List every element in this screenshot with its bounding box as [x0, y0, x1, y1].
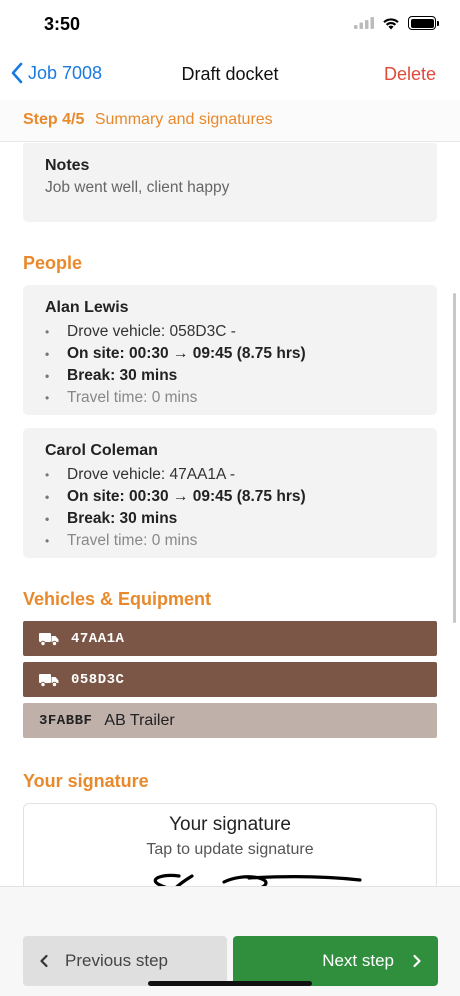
equipment-code: 3FABBF	[39, 712, 93, 729]
notes-title: Notes	[45, 157, 90, 174]
person-on-site: • On site: 00:30 → 09:45 (8.75 hrs)	[45, 345, 306, 362]
truck-icon	[39, 632, 59, 646]
person-vehicle: • Drove vehicle: 058D3C -	[45, 323, 236, 340]
vehicle-item[interactable]: 058D3C	[23, 662, 437, 697]
chevron-left-icon	[11, 62, 23, 84]
signature-drawing	[153, 873, 362, 886]
back-button-label: Job 7008	[28, 62, 103, 83]
equipment-item[interactable]: 3FABBF AB Trailer	[23, 703, 437, 738]
step-label: Summary and signatures	[94, 111, 273, 128]
vehicles-heading: Vehicles & Equipment	[23, 589, 212, 609]
battery-icon	[408, 16, 439, 30]
vehicle-code: 47AA1A	[71, 630, 125, 647]
signature-pad[interactable]: Your signature Tap to update signature	[23, 803, 437, 886]
person-travel-time: • Travel time: 0 mins	[45, 532, 198, 549]
status-icons	[354, 16, 439, 30]
notes-card: Notes Job went well, client happy	[23, 143, 437, 222]
previous-step-button[interactable]: Previous step	[23, 936, 227, 986]
person-card: Alan Lewis • Drove vehicle: 058D3C - • On …	[23, 285, 437, 415]
delete-button[interactable]: Delete	[384, 64, 436, 85]
nav-bar: Draft docket Job 7008 Delete	[0, 52, 460, 96]
wifi-icon	[383, 17, 399, 29]
notes-text: Job went well, client happy	[45, 179, 230, 196]
chevron-right-icon	[413, 954, 421, 968]
vehicle-code: 058D3C	[71, 671, 125, 688]
next-step-label: Next step	[322, 951, 394, 970]
home-indicator[interactable]	[148, 981, 312, 986]
content-scroll[interactable]: Notes Job went well, client happy People…	[0, 143, 460, 886]
truck-icon	[39, 673, 59, 687]
vehicle-item[interactable]: 47AA1A	[23, 621, 437, 656]
people-heading: People	[23, 253, 83, 273]
signature-title: Your signature	[169, 814, 291, 835]
person-vehicle: • Drove vehicle: 47AA1A -	[45, 466, 236, 483]
next-step-button[interactable]: Next step	[233, 936, 438, 986]
previous-step-label: Previous step	[65, 951, 168, 970]
chevron-left-icon	[40, 954, 48, 968]
person-on-site: • On site: 00:30 → 09:45 (8.75 hrs)	[45, 488, 306, 505]
person-card: Carol Coleman • Drove vehicle: 47AA1A - •…	[23, 428, 437, 558]
cellular-signal-icon	[354, 17, 374, 29]
person-travel-time: • Travel time: 0 mins	[45, 389, 198, 406]
step-number: Step 4/5	[23, 111, 85, 128]
back-button[interactable]: Job 7008	[10, 62, 102, 84]
footer-bar: Previous step Next step	[0, 886, 460, 996]
person-name: Alan Lewis	[45, 299, 129, 316]
step-indicator: Step 4/5 Summary and signatures	[0, 100, 460, 142]
equipment-name: AB Trailer	[104, 711, 175, 729]
person-name: Carol Coleman	[45, 442, 158, 459]
person-break: • Break: 30 mins	[45, 510, 178, 527]
status-time: 3:50	[44, 14, 81, 34]
scroll-indicator[interactable]	[453, 293, 456, 623]
signature-hint: Tap to update signature	[146, 841, 314, 858]
status-bar: 3:50	[0, 0, 460, 50]
signature-heading: Your signature	[23, 771, 149, 791]
person-break: • Break: 30 mins	[45, 367, 178, 384]
